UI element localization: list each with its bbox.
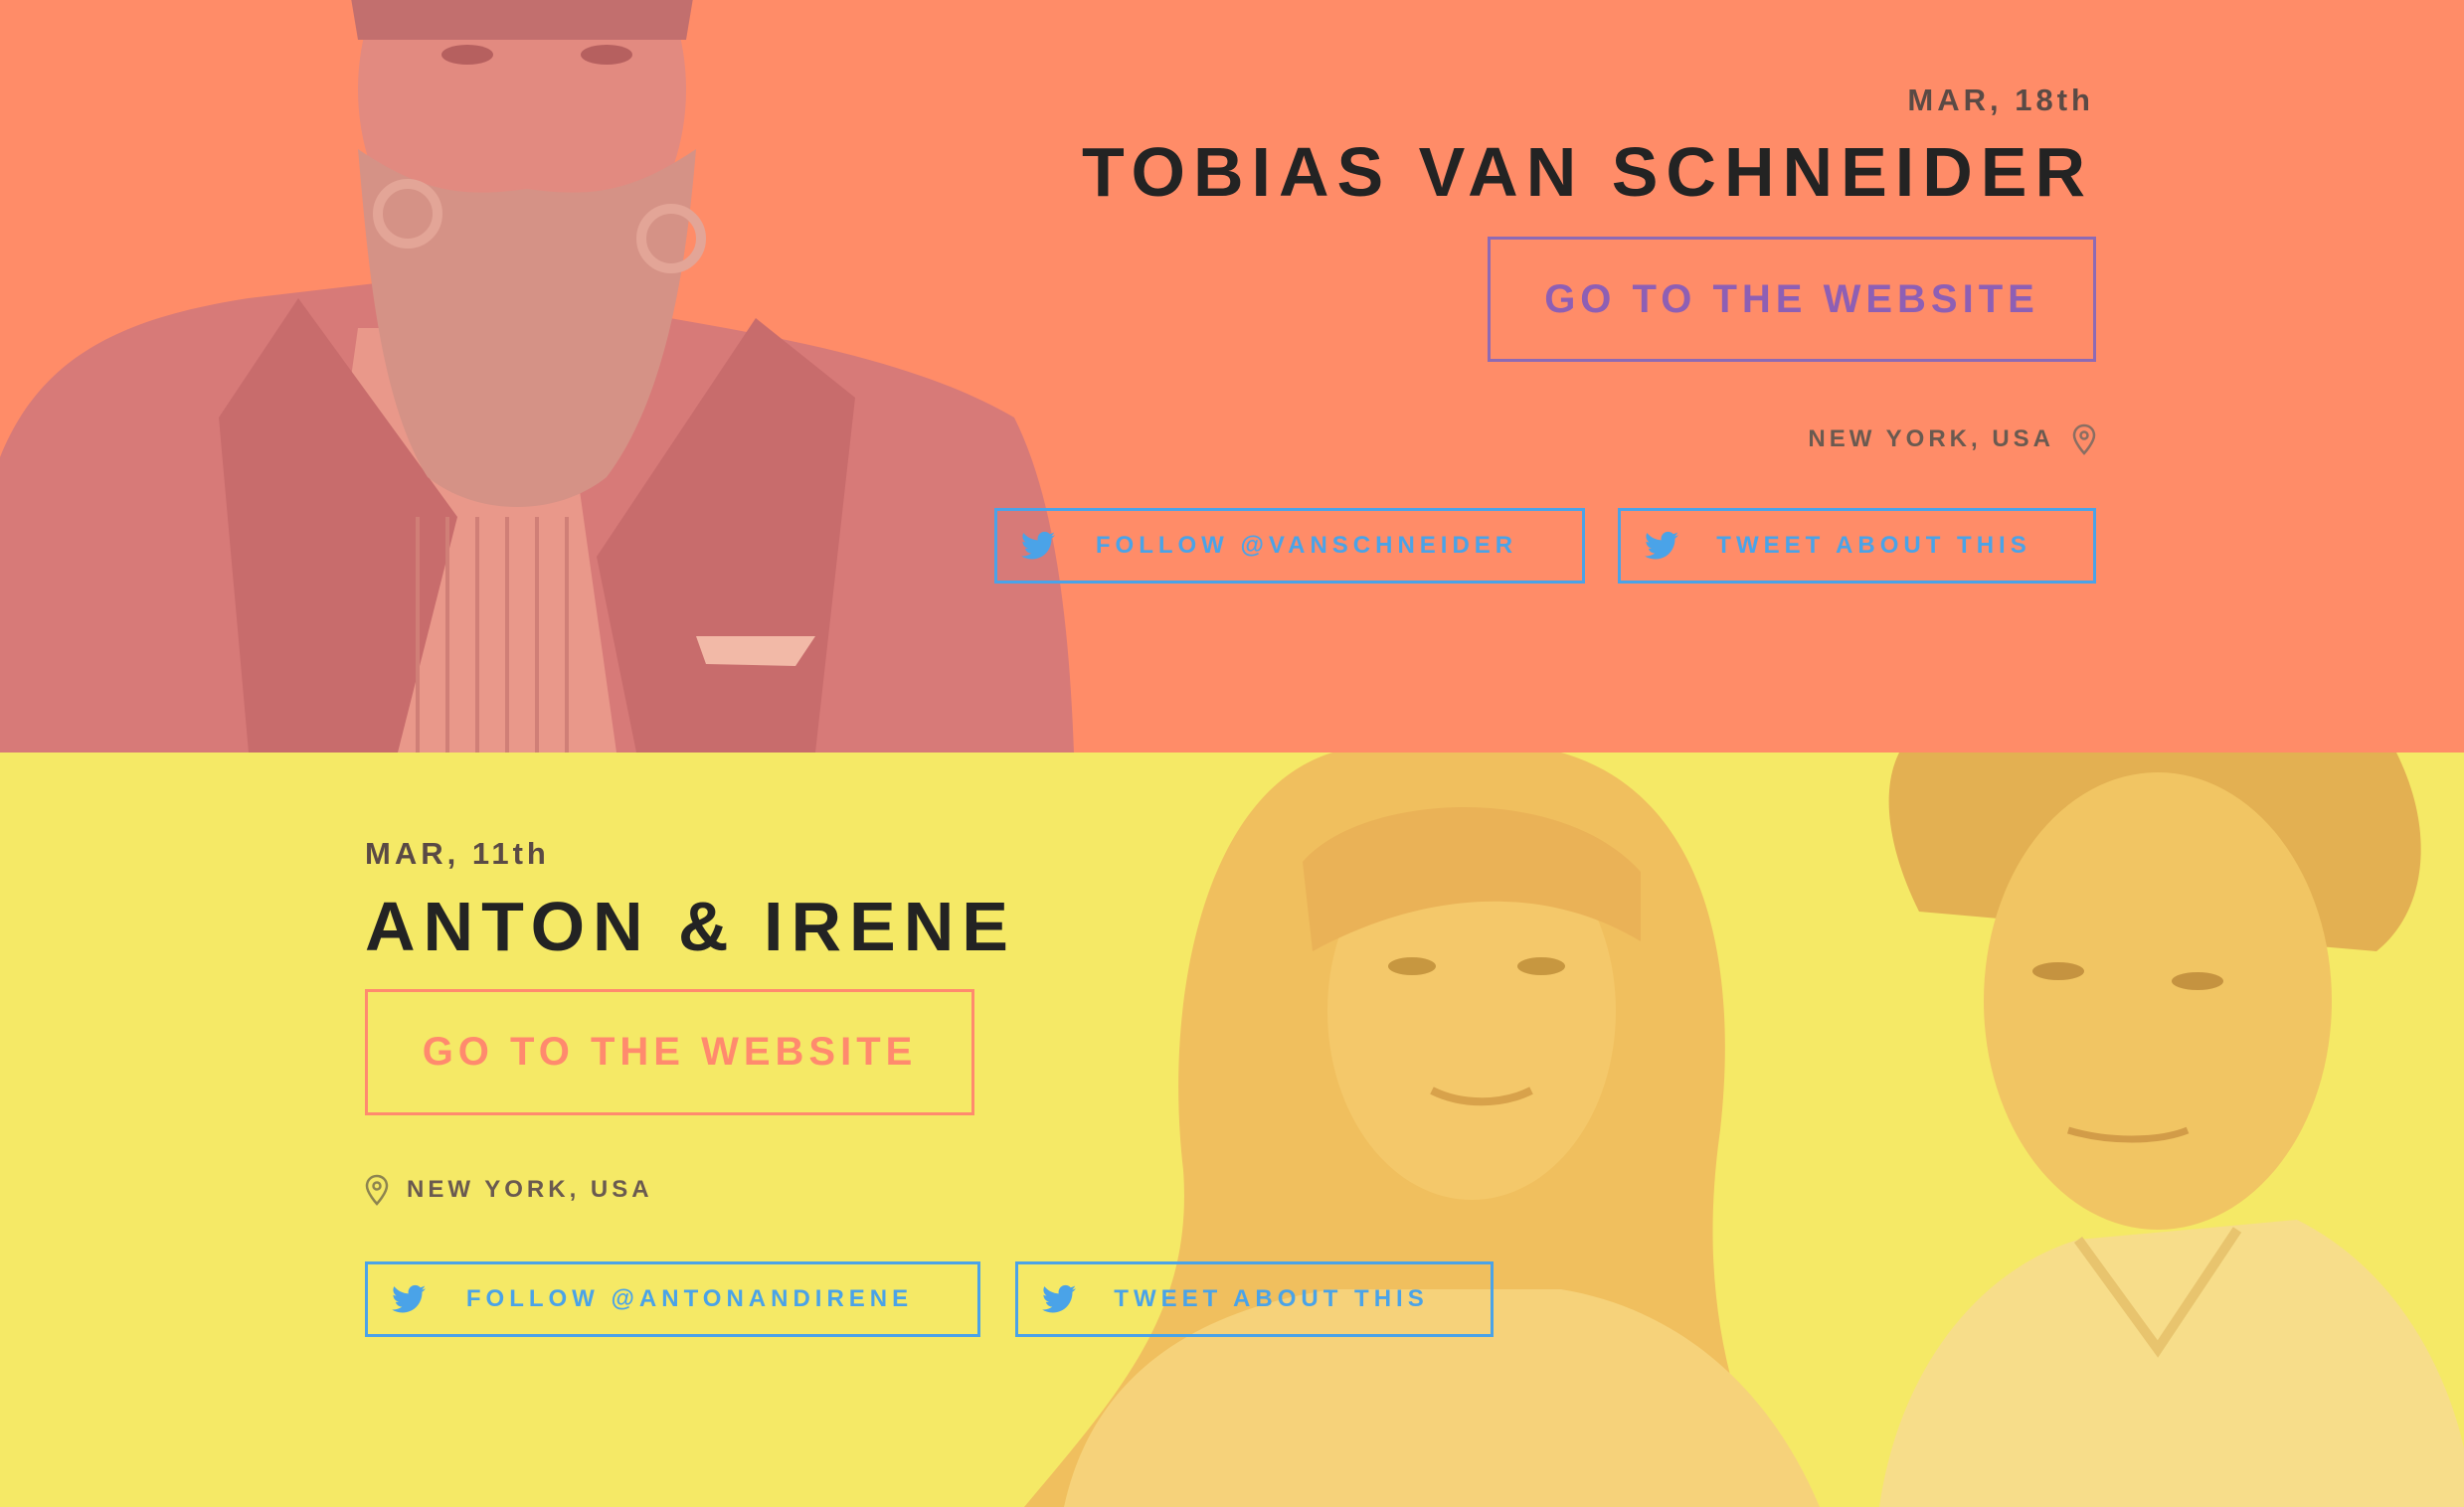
location: NEW YORK, USA bbox=[1808, 423, 2096, 455]
portrait-photo-tobias bbox=[0, 0, 1074, 753]
tweet-about-label: TWEET ABOUT THIS bbox=[1716, 532, 2031, 559]
twitter-bird-icon bbox=[1021, 531, 1055, 560]
twitter-follow-button[interactable]: FOLLOW @VANSCHNEIDER bbox=[994, 508, 1585, 584]
twitter-follow-label: FOLLOW @ANTONANDIRENE bbox=[465, 1285, 914, 1312]
twitter-follow-button[interactable]: FOLLOW @ANTONANDIRENE bbox=[365, 1261, 980, 1337]
go-to-website-button[interactable]: GO TO THE WEBSITE bbox=[1488, 237, 2096, 362]
designer-name: ANTON & IRENE bbox=[365, 888, 1016, 965]
twitter-bird-icon bbox=[1645, 531, 1678, 560]
twitter-follow-label: FOLLOW @VANSCHNEIDER bbox=[1095, 532, 1518, 559]
event-date: MAR, 11th bbox=[365, 836, 550, 871]
designer-feature-anton-irene: MAR, 11th ANTON & IRENE GO TO THE WEBSIT… bbox=[0, 753, 2464, 1507]
tweet-about-label: TWEET ABOUT THIS bbox=[1114, 1285, 1429, 1312]
go-to-website-label: GO TO THE WEBSITE bbox=[1544, 276, 2039, 321]
twitter-bird-icon bbox=[392, 1284, 426, 1313]
designer-feature-tobias: MAR, 18th TOBIAS VAN SCHNEIDER GO TO THE… bbox=[0, 0, 2464, 753]
tweet-about-button[interactable]: TWEET ABOUT THIS bbox=[1015, 1261, 1494, 1337]
tweet-about-button[interactable]: TWEET ABOUT THIS bbox=[1618, 508, 2096, 584]
location-label: NEW YORK, USA bbox=[407, 1176, 653, 1203]
go-to-website-button[interactable]: GO TO THE WEBSITE bbox=[365, 989, 974, 1115]
map-pin-icon bbox=[365, 1174, 389, 1206]
portrait-photo-anton-irene bbox=[1004, 753, 2464, 1507]
designer-name: TOBIAS VAN SCHNEIDER bbox=[1082, 133, 2093, 211]
location: NEW YORK, USA bbox=[365, 1174, 653, 1206]
event-date: MAR, 18th bbox=[1907, 83, 2094, 117]
map-pin-icon bbox=[2072, 423, 2096, 455]
go-to-website-label: GO TO THE WEBSITE bbox=[422, 1030, 918, 1074]
location-label: NEW YORK, USA bbox=[1808, 425, 2054, 452]
twitter-bird-icon bbox=[1042, 1284, 1076, 1313]
